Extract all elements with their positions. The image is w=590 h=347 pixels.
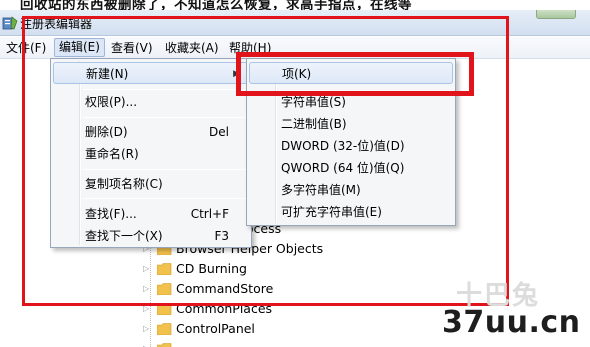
annotation-box-highlight [236, 52, 474, 96]
expand-arrow-icon[interactable]: ▷ [143, 324, 151, 334]
forum-title: 回收站的东西被删除了，不知道怎么恢复，求高手指点，在线等 [20, 0, 412, 10]
regedit-icon [2, 16, 18, 30]
folder-icon [157, 323, 172, 335]
watermark-url: 37uu.cn [442, 305, 581, 340]
tree-item-label: ControlPanel [176, 321, 255, 336]
folder-icon [157, 343, 172, 347]
window-close-button[interactable] [536, 10, 576, 19]
